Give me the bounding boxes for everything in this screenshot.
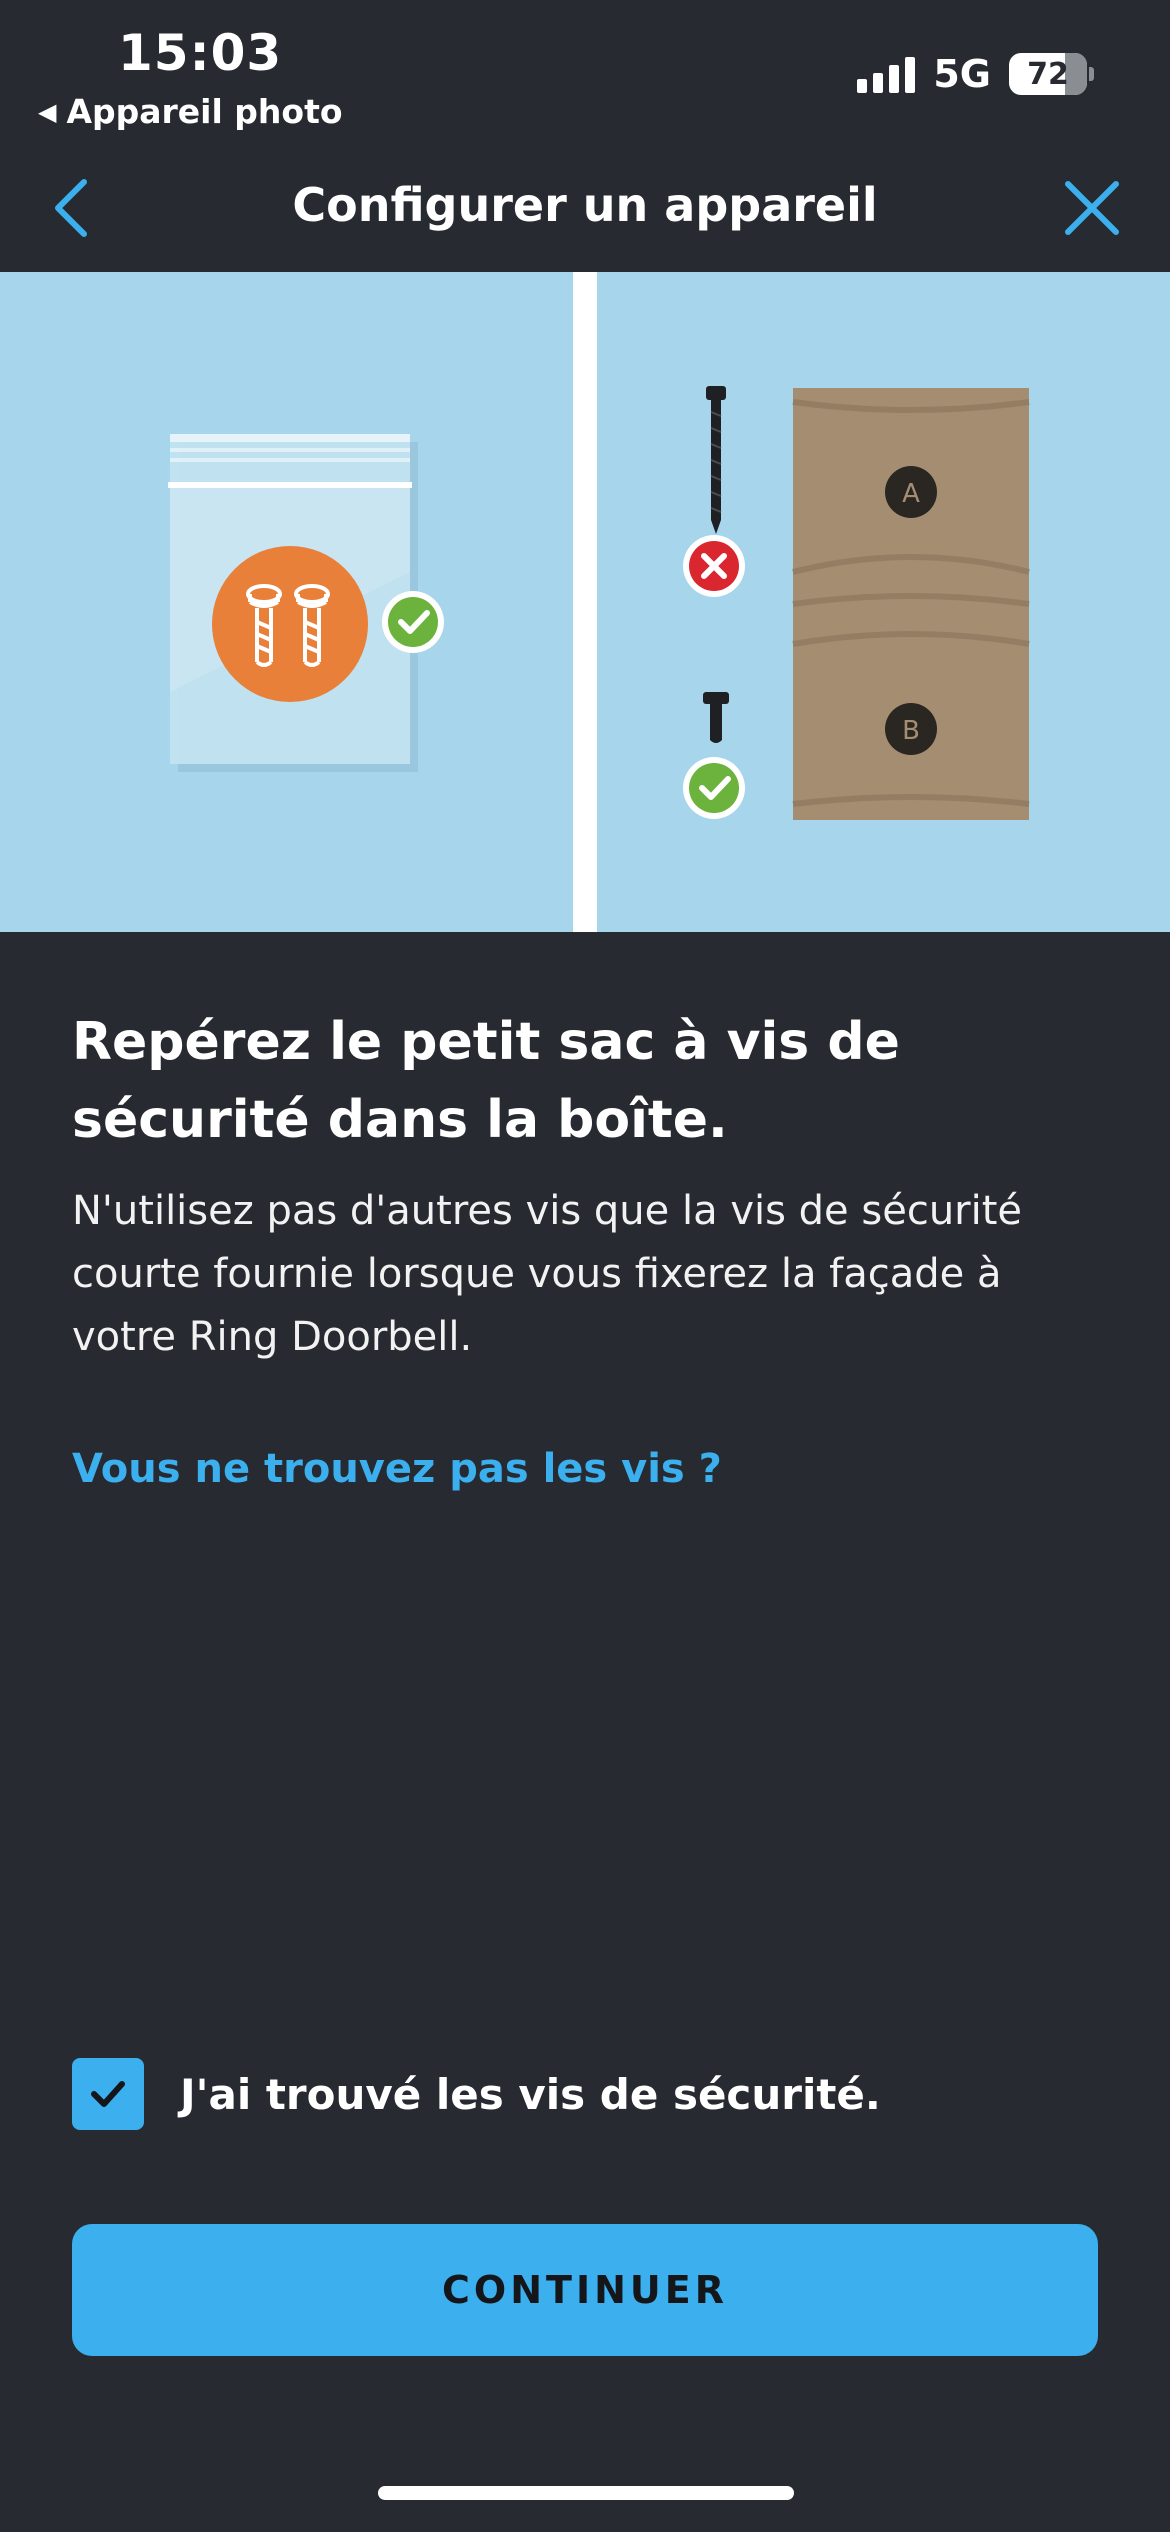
page-title: Configurer un appareil xyxy=(292,178,878,232)
short-screw-icon xyxy=(703,692,729,743)
back-app-label: Appareil photo xyxy=(66,92,343,131)
screw-comparison-panel: A B xyxy=(597,272,1170,932)
checkmark-icon xyxy=(91,2081,125,2107)
check-icon xyxy=(382,591,444,653)
instruction-body: N'utilisez pas d'autres vis que la vis d… xyxy=(72,1188,1023,1360)
status-indicators: 5G 72 xyxy=(857,52,1094,96)
found-screws-checkbox[interactable] xyxy=(72,2058,144,2130)
found-screws-label: J'ai trouvé les vis de sécurité. xyxy=(180,2069,881,2119)
compartment-label-a: A xyxy=(902,479,920,509)
home-indicator[interactable] xyxy=(378,2486,794,2500)
security-screw-icon xyxy=(212,546,368,702)
status-time: 15:03 xyxy=(118,24,283,82)
signal-icon xyxy=(857,55,916,93)
back-triangle-icon: ◀ xyxy=(38,97,57,126)
instruction-heading: Repérez le petit sac à vis de sécurité d… xyxy=(72,1012,900,1150)
compartment-label-b: B xyxy=(902,716,920,746)
found-screws-checkbox-row[interactable]: J'ai trouvé les vis de sécurité. xyxy=(72,2058,881,2130)
x-icon xyxy=(683,535,745,597)
close-button[interactable] xyxy=(1054,170,1130,246)
back-to-app-link[interactable]: ◀ Appareil photo xyxy=(38,92,343,131)
instruction-illustration: A B xyxy=(0,272,1170,932)
long-screw-icon xyxy=(706,386,726,534)
close-icon xyxy=(1065,181,1119,235)
foam-insert-icon xyxy=(792,388,1030,820)
battery-icon: 72 xyxy=(1009,53,1094,95)
check-icon xyxy=(683,757,745,819)
network-type: 5G xyxy=(933,52,991,96)
continue-button[interactable]: CONTINUER xyxy=(72,2224,1098,2356)
battery-level: 72 xyxy=(1027,56,1069,92)
cant-find-screws-link[interactable]: Vous ne trouvez pas les vis ? xyxy=(72,1446,722,1492)
screw-bag-panel xyxy=(0,272,573,932)
